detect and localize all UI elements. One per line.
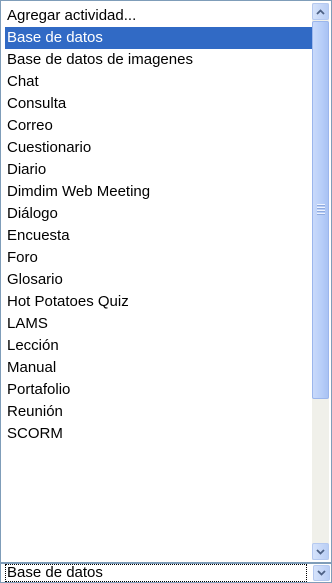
grip-icon: [317, 204, 325, 215]
chevron-down-icon: [316, 548, 325, 555]
dropdown-toggle-button[interactable]: [313, 565, 330, 581]
chevron-down-icon: [317, 570, 326, 576]
option-dialogo[interactable]: Diálogo: [5, 203, 312, 225]
option-manual[interactable]: Manual: [5, 357, 312, 379]
option-foro[interactable]: Foro: [5, 247, 312, 269]
option-encuesta[interactable]: Encuesta: [5, 225, 312, 247]
option-scorm[interactable]: SCORM: [5, 423, 312, 445]
scroll-thumb[interactable]: [312, 21, 329, 399]
chevron-up-icon: [316, 8, 325, 15]
activity-select[interactable]: Base de datos: [0, 563, 332, 583]
activity-dropdown-list[interactable]: Agregar actividad... Base de datos Base …: [0, 0, 332, 563]
dropdown-options: Agregar actividad... Base de datos Base …: [5, 5, 312, 445]
option-hot-potatoes-quiz[interactable]: Hot Potatoes Quiz: [5, 291, 312, 313]
option-portafolio[interactable]: Portafolio: [5, 379, 312, 401]
option-lams[interactable]: LAMS: [5, 313, 312, 335]
option-diario[interactable]: Diario: [5, 159, 312, 181]
option-chat[interactable]: Chat: [5, 71, 312, 93]
option-base-de-datos[interactable]: Base de datos: [5, 27, 312, 49]
option-glosario[interactable]: Glosario: [5, 269, 312, 291]
option-correo[interactable]: Correo: [5, 115, 312, 137]
scroll-up-button[interactable]: [312, 3, 329, 20]
dropdown-scrollbar[interactable]: [312, 3, 329, 560]
option-leccion[interactable]: Lección: [5, 335, 312, 357]
option-add-activity[interactable]: Agregar actividad...: [5, 5, 312, 27]
option-reunion[interactable]: Reunión: [5, 401, 312, 423]
scroll-down-button[interactable]: [312, 543, 329, 560]
option-dimdim-web-meeting[interactable]: Dimdim Web Meeting: [5, 181, 312, 203]
selected-value: Base de datos: [5, 564, 307, 582]
option-base-de-datos-imagenes[interactable]: Base de datos de imagenes: [5, 49, 312, 71]
option-cuestionario[interactable]: Cuestionario: [5, 137, 312, 159]
option-consulta[interactable]: Consulta: [5, 93, 312, 115]
